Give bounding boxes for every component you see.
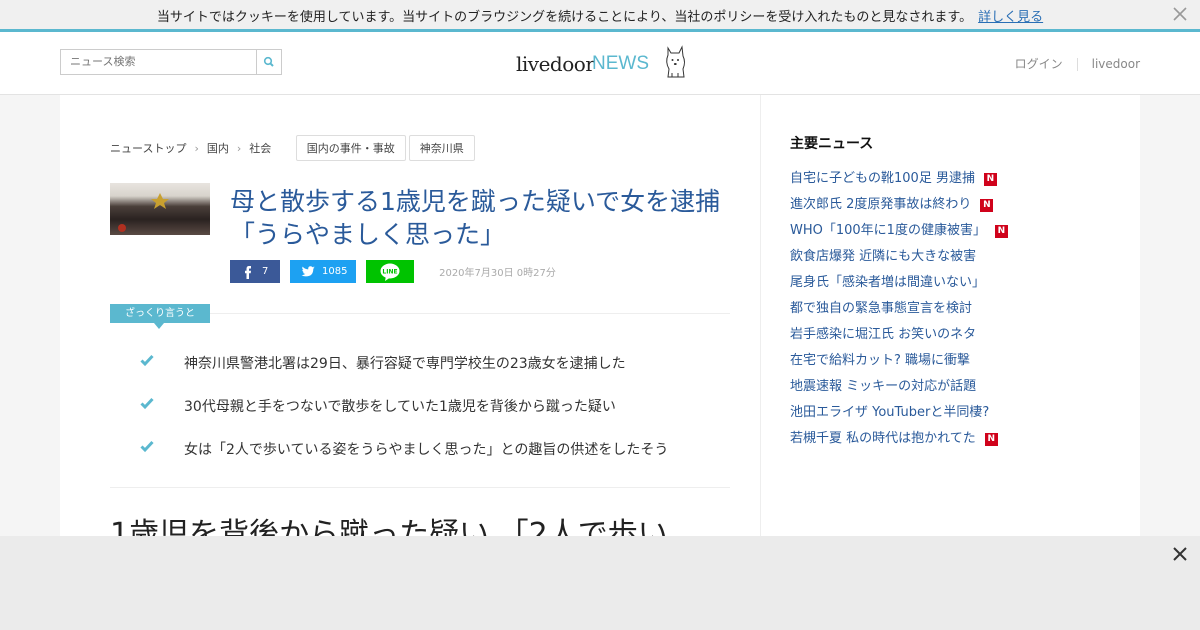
livedoor-link[interactable]: livedoor [1092, 57, 1140, 71]
line-icon: LINE [380, 263, 400, 281]
main-content: ニューストップ › 国内 › 社会 国内の事件・事故 神奈川県 母と散歩する1歳児を蹴った… [60, 95, 1140, 536]
checkmark-icon [140, 440, 154, 453]
summary-point: 女は「2人で歩いている姿をうらやましく思った」との趣旨の供述をしたそう [140, 439, 740, 482]
news-list-item[interactable]: 池田エライザ YouTuberと半同棲? [790, 401, 1090, 427]
tag-kanagawa[interactable]: 神奈川県 [408, 135, 475, 161]
cookie-banner: 当サイトではクッキーを使用しています。当サイトのブラウジングを続けることにより、… [0, 0, 1200, 32]
news-list: 自宅に子どもの靴100足 男逮捕 N 進次郎氏 2度原発事故は終わり N WHO「100… [790, 167, 1090, 453]
news-list-item[interactable]: 都で独自の緊急事態宣言を検討 [790, 297, 1090, 323]
news-list-item-text: 進次郎氏 2度原発事故は終わり [790, 197, 972, 212]
twitter-count: 1085 [322, 266, 348, 277]
news-list-item-text: 池田エライザ YouTuberと半同棲? [790, 405, 990, 420]
news-list-item-text: 自宅に子どもの靴100足 男逮捕 [790, 171, 975, 186]
cookie-message: 当サイトではクッキーを使用しています。当サイトのブラウジングを続けることにより、… [156, 10, 973, 25]
summary-point-text: 女は「2人で歩いている姿をうらやましく思った」との趣旨の供述をしたそう [184, 442, 669, 458]
logo-news: NEWS [592, 53, 649, 74]
summary-point-text: 30代母親と手をつないで散歩をしていた1歳児を背後から蹴った疑い [184, 399, 616, 415]
cookie-text-row: 当サイトではクッキーを使用しています。当サイトのブラウジングを続けることにより、… [0, 6, 1200, 25]
news-list-item-text: 尾身氏「感染者増は間違いない」 [790, 275, 986, 290]
chevron-right-icon: › [236, 141, 242, 155]
news-list-item-text: WHO「100年に1度の健康被害」 [790, 223, 986, 238]
news-list-item[interactable]: WHO「100年に1度の健康被害」 N [790, 219, 1090, 245]
news-list-item[interactable]: 尾身氏「感染者増は間違いない」 [790, 271, 1090, 297]
news-list-item[interactable]: 岩手感染に堀江氏 お笑いのネタ [790, 323, 1090, 349]
twitter-icon [301, 266, 315, 277]
breadcrumb: ニューストップ › 国内 › 社会 国内の事件・事故 神奈川県 [110, 135, 475, 161]
cookie-learn-more-link[interactable]: 詳しく見る [978, 10, 1043, 25]
search-box [60, 49, 282, 75]
article-date: 2020年7月30日 0時27分 [439, 268, 556, 279]
summary-point-text: 神奈川県警港北署は29日、暴行容疑で専門学校生の23歳女を逮捕した [184, 356, 626, 372]
article-divider [110, 487, 730, 488]
new-badge: N [980, 199, 994, 212]
news-list-item[interactable]: 地震速報 ミッキーの対応が話題 [790, 375, 1090, 401]
close-icon[interactable] [1170, 4, 1190, 24]
new-badge: N [983, 173, 997, 186]
facebook-count: 7 [262, 266, 269, 277]
chevron-right-icon: › [194, 141, 199, 155]
new-badge: N [984, 433, 998, 446]
checkmark-icon [140, 354, 154, 367]
breadcrumb-item-domestic[interactable]: 国内 [207, 140, 229, 156]
breadcrumb-item-top[interactable]: ニューストップ [110, 140, 186, 156]
dog-mascot-icon [666, 45, 685, 78]
site-header: livedoor NEWS ログイン livedoor [0, 32, 1200, 95]
facebook-share-button[interactable]: 7 [230, 260, 280, 283]
line-icon-label: LINE [382, 269, 397, 276]
search-button[interactable] [256, 50, 281, 74]
news-list-item-text: 都で独自の緊急事態宣言を検討 [790, 301, 973, 316]
twitter-share-button[interactable]: 1085 [290, 260, 356, 283]
search-icon [263, 56, 274, 67]
summary-rule [210, 313, 730, 314]
news-list-item[interactable]: 自宅に子どもの靴100足 男逮捕 N [790, 167, 1090, 193]
news-list-item-text: 岩手感染に堀江氏 お笑いのネタ [790, 327, 977, 342]
news-list-item-text: 在宅で給料カット? 職場に衝撃 [790, 353, 971, 368]
news-list-item[interactable]: 進次郎氏 2度原発事故は終わり N [790, 193, 1090, 219]
body-heading-text: 1歳児を背後から蹴った疑い 「2人で歩い [110, 517, 668, 536]
body-heading: 1歳児を背後から蹴った疑い 「2人で歩い [110, 515, 730, 536]
checkmark-icon [140, 397, 154, 410]
tag-incident[interactable]: 国内の事件・事故 [295, 135, 406, 161]
facebook-icon [245, 266, 251, 279]
news-list-item-text: 地震速報 ミッキーの対応が話題 [790, 379, 977, 394]
ad-banner [0, 536, 1200, 630]
news-list-item[interactable]: 若槻千夏 私の時代は抱かれてた N [790, 427, 1090, 453]
news-list-item[interactable]: 在宅で給料カット? 職場に衝撃 [790, 349, 1090, 375]
line-share-button[interactable]: LINE [366, 260, 414, 283]
summary-point: 30代母親と手をつないで散歩をしていた1歳児を背後から蹴った疑い [140, 396, 740, 439]
header-links: ログイン livedoor [1015, 55, 1140, 72]
login-link[interactable]: ログイン [1015, 55, 1063, 72]
share-bar: 7 1085 LINE 2020年7月30日 0時27分 [230, 260, 556, 283]
breadcrumb-item-society[interactable]: 社会 [249, 140, 271, 156]
news-list-item[interactable]: 飲食店爆発 近隣にも大きな被害 [790, 245, 1090, 271]
article-title: 母と散歩する1歳児を蹴った疑いで女を逮捕「うらやましく思った」 [230, 187, 721, 249]
summary-points: 神奈川県警港北署は29日、暴行容疑で専門学校生の23歳女を逮捕した 30代母親と… [140, 353, 740, 482]
close-icon[interactable] [1170, 544, 1190, 564]
search-input[interactable] [61, 50, 254, 73]
news-list-item-text: 若槻千夏 私の時代は抱かれてた [790, 431, 976, 446]
sidebar-top-news: 主要ニュース 自宅に子どもの靴100足 男逮捕 N 進次郎氏 2度原発事故は終わり N… [790, 133, 1090, 453]
news-list-item-text: 飲食店爆発 近隣にも大きな被害 [790, 249, 977, 264]
summary-point: 神奈川県警港北署は29日、暴行容疑で専門学校生の23歳女を逮捕した [140, 353, 740, 396]
article-thumbnail[interactable] [110, 183, 210, 235]
column-divider [760, 95, 761, 536]
header-divider [1076, 58, 1078, 71]
sidebar-heading: 主要ニュース [790, 136, 874, 152]
logo-livedoor: livedoor [516, 52, 595, 76]
new-badge: N [994, 225, 1008, 238]
summary-label: ざっくり言うと [110, 304, 210, 329]
